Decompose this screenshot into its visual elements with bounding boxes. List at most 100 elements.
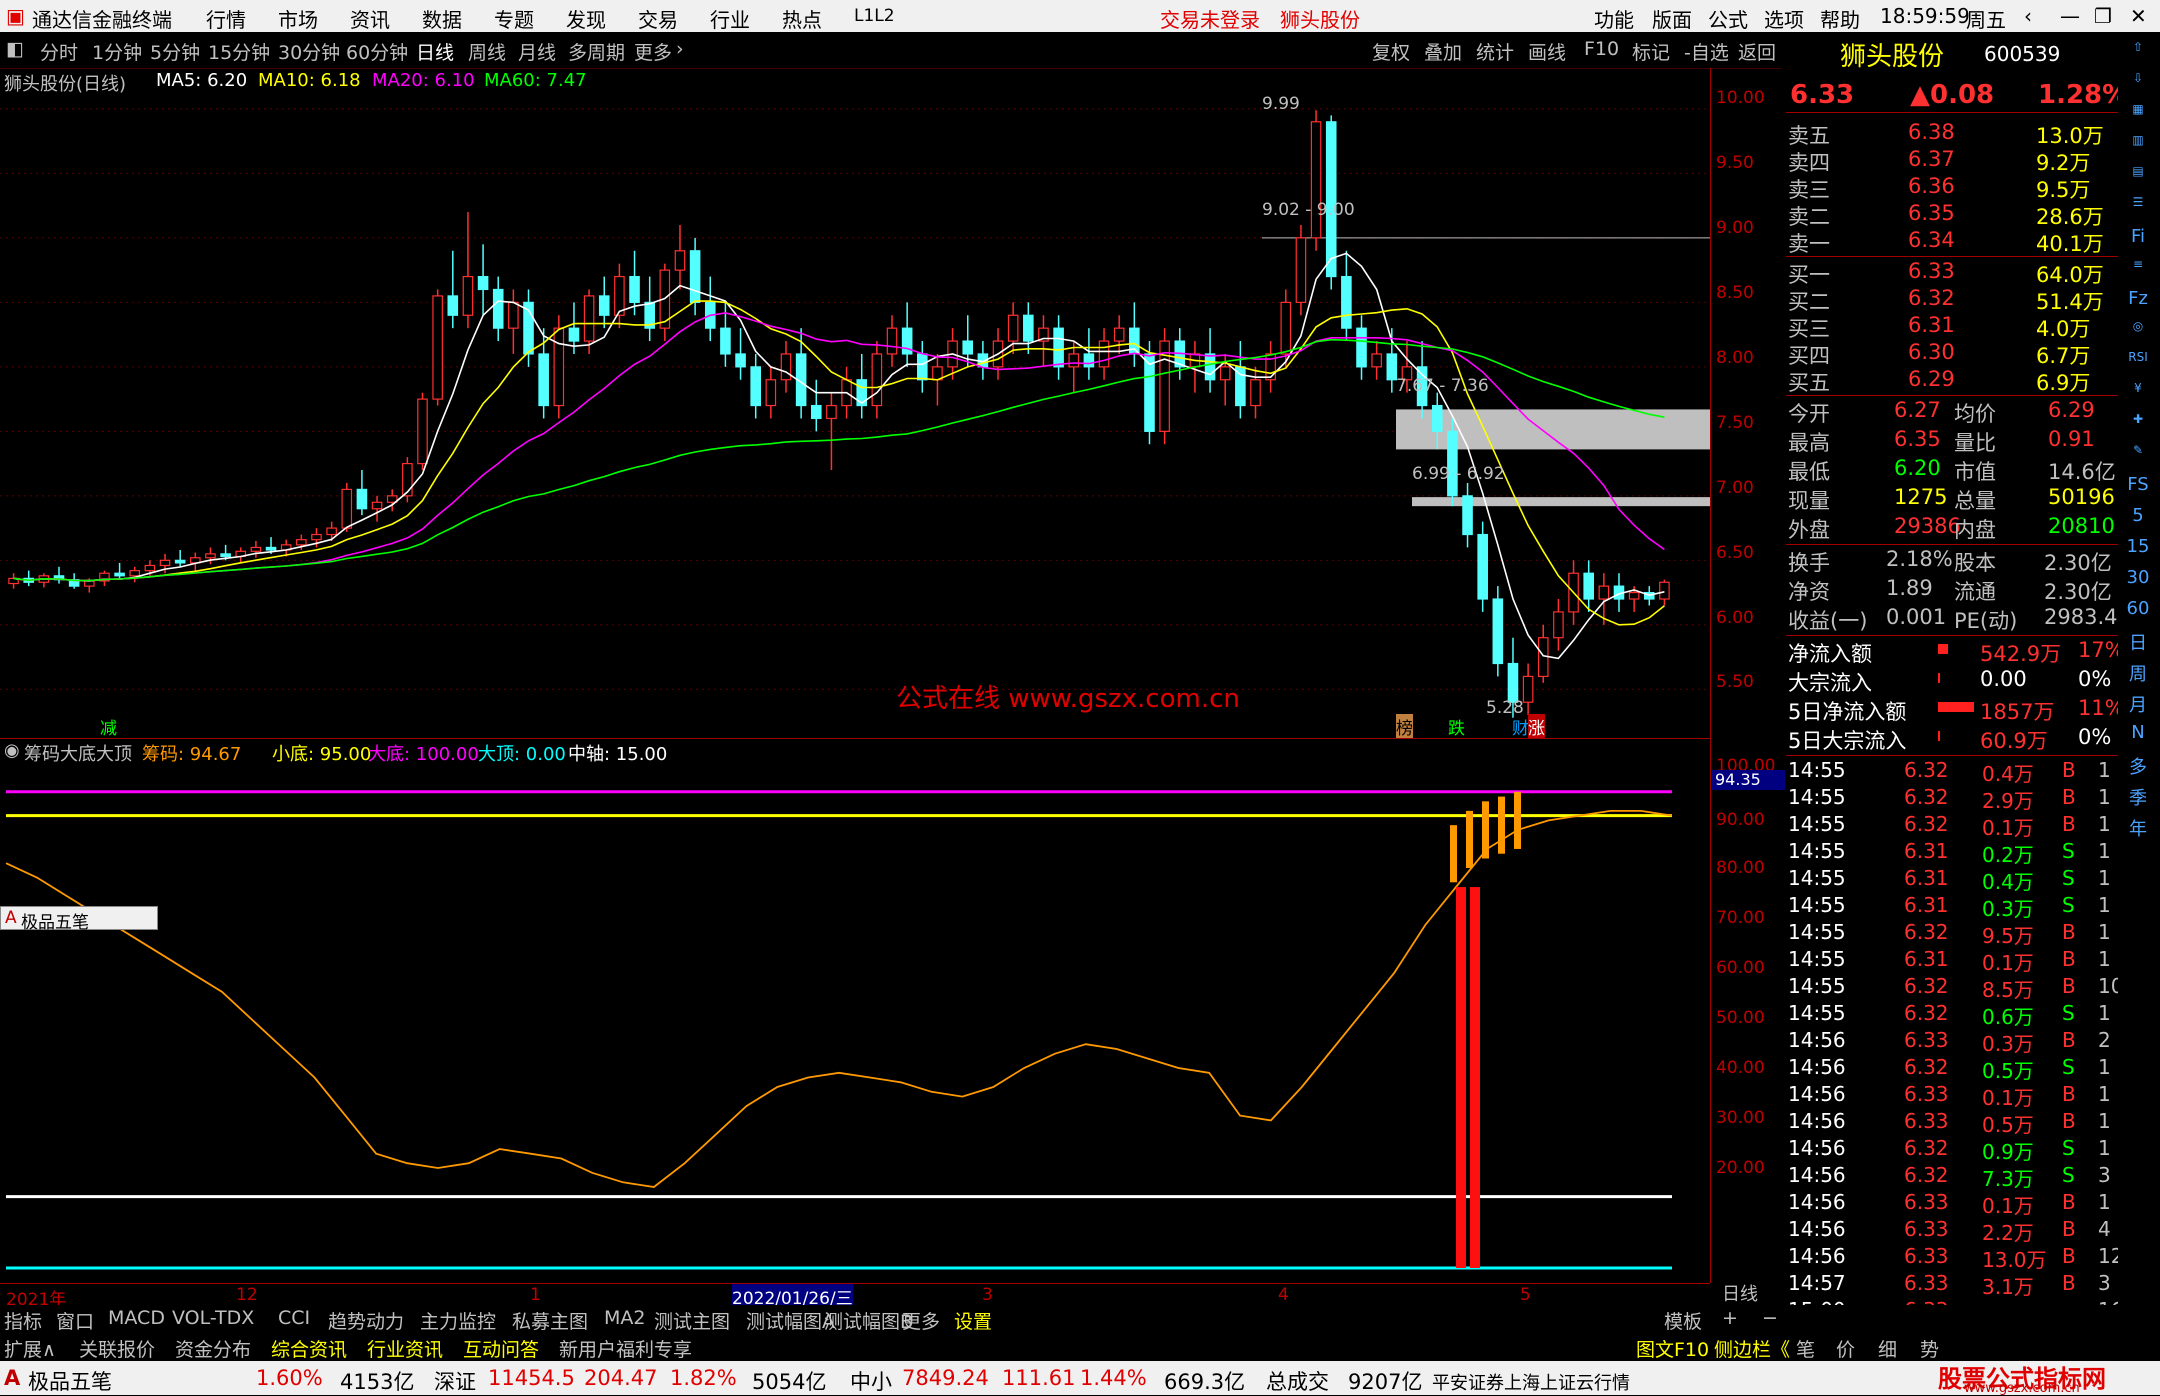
side-lines-icon[interactable]: ≡ — [2122, 257, 2154, 287]
menu-jiaoyi[interactable]: 交易 — [638, 4, 678, 33]
side-15-icon[interactable]: 15 — [2122, 536, 2154, 566]
tick-row[interactable]: 14:56 6.32 0.5万 S 1 — [1786, 1055, 2118, 1083]
side-月-icon[interactable]: 月 — [2122, 691, 2154, 721]
period-60min[interactable]: 60分钟 — [346, 38, 408, 65]
extension-tab[interactable]: 关联报价 — [79, 1335, 155, 1362]
period-5min[interactable]: 5分钟 — [150, 38, 200, 65]
side-rsi-icon[interactable]: RSI — [2122, 350, 2154, 380]
extension-tab[interactable]: 新用户福利专享 — [559, 1335, 692, 1362]
side-60-icon[interactable]: 60 — [2122, 598, 2154, 628]
side-circle-icon[interactable]: ◎ — [2122, 319, 2154, 349]
trade-login-status[interactable]: 交易未登录 — [1160, 4, 1260, 33]
indicator-tab[interactable]: 窗口 — [56, 1307, 94, 1334]
tick-row[interactable]: 14:56 6.33 0.3万 B 2 — [1786, 1028, 2118, 1056]
extension-tab[interactable]: 行业资讯 — [367, 1335, 443, 1362]
indicator-tab[interactable]: VOL-TDX — [172, 1307, 254, 1329]
menu-zixun[interactable]: 资讯 — [350, 4, 390, 33]
tool-tongji[interactable]: 统计 — [1476, 38, 1514, 65]
marker-jian[interactable]: 减 — [100, 714, 117, 739]
candlestick-chart[interactable]: 狮头股份(日线) MA5: 6.20 MA10: 6.18 MA20: 6.10… — [0, 68, 1710, 739]
indicator-tab[interactable]: 设置 — [954, 1307, 992, 1334]
marker-bang[interactable]: 榜 — [1396, 714, 1413, 739]
bid-row[interactable]: 买五 6.29 6.9万 — [1786, 367, 2118, 395]
right-tab[interactable]: 势 — [1920, 1335, 1939, 1362]
indicator-tab[interactable]: 主力监控 — [420, 1307, 496, 1334]
right-tab[interactable]: 价 — [1836, 1335, 1855, 1362]
period-30min[interactable]: 30分钟 — [278, 38, 340, 65]
bid-row[interactable]: 买一 6.33 64.0万 — [1786, 259, 2118, 287]
tick-row[interactable]: 14:56 6.33 13.0万 B 12 — [1786, 1244, 2123, 1272]
ask-row[interactable]: 卖四 6.37 9.2万 — [1786, 147, 2118, 175]
menu-faxian[interactable]: 发现 — [566, 4, 606, 33]
side-fs-icon[interactable]: FS — [2122, 474, 2154, 504]
menu-redian[interactable]: 热点 — [782, 4, 822, 33]
tool-diejia[interactable]: 叠加 — [1424, 38, 1462, 65]
side-chart-icon[interactable]: ▥ — [2122, 133, 2154, 163]
status-ime[interactable]: 极品五笔 — [28, 1366, 112, 1396]
tick-row[interactable]: 14:55 6.32 0.4万 B 1 — [1786, 758, 2118, 786]
right-tab[interactable]: 笔 — [1796, 1335, 1815, 1362]
menu-gongshi[interactable]: 公式 — [1708, 4, 1748, 33]
indicator-tab[interactable]: CCI — [278, 1307, 310, 1329]
tick-row[interactable]: 14:55 6.32 2.9万 B 1 — [1786, 785, 2118, 813]
tick-row[interactable]: 14:55 6.32 0.1万 B 1 — [1786, 812, 2118, 840]
menu-shichang[interactable]: 市场 — [278, 4, 318, 33]
side-多-icon[interactable]: 多 — [2122, 753, 2154, 783]
indicator-tab[interactable]: 指标 — [4, 1307, 42, 1334]
side-money-icon[interactable]: ¥ — [2122, 381, 2154, 411]
right-tab[interactable]: 侧边栏《 — [1714, 1335, 1790, 1362]
side-fz-icon[interactable]: Fz — [2122, 288, 2154, 318]
tick-row[interactable]: 14:55 6.32 0.6万 S 1 — [1786, 1001, 2118, 1029]
tick-row[interactable]: 14:56 6.33 2.2万 B 4 — [1786, 1217, 2118, 1245]
menu-gongneng[interactable]: 功能 — [1594, 4, 1634, 33]
tool-huaxian[interactable]: 画线 — [1528, 38, 1566, 65]
menu-banmian[interactable]: 版面 — [1652, 4, 1692, 33]
tick-row[interactable]: 14:57 6.33 3.1万 B 3 — [1786, 1271, 2118, 1299]
menu-bangzhu[interactable]: 帮助 — [1820, 4, 1860, 33]
side-grid-icon[interactable]: ▦ — [2122, 102, 2154, 132]
indicator-tab[interactable]: 测试幅图A — [746, 1307, 835, 1334]
close-icon[interactable]: ✕ — [2130, 4, 2147, 28]
restore-icon[interactable]: ❐ — [2094, 4, 2112, 28]
indicator-tab[interactable]: 趋势动力 — [328, 1307, 404, 1334]
side-bar-icon[interactable]: ▤ — [2122, 164, 2154, 194]
side-list-icon[interactable]: ☰ — [2122, 195, 2154, 225]
tick-row[interactable]: 14:56 6.33 0.5万 B 1 — [1786, 1109, 2118, 1137]
ime-toolbar[interactable]: A 极品五笔 — [0, 906, 158, 933]
side-年-icon[interactable]: 年 — [2122, 815, 2154, 845]
tick-row[interactable]: 14:55 6.31 0.1万 B 1 — [1786, 947, 2118, 975]
tick-row[interactable]: 14:56 6.32 0.9万 S 1 — [1786, 1136, 2118, 1164]
ask-row[interactable]: 卖一 6.34 40.1万 — [1786, 228, 2118, 256]
template-tab[interactable]: − — [1762, 1307, 1778, 1329]
sidebar-toggle-icon[interactable]: ◧ — [6, 38, 24, 60]
minimize-icon[interactable]: — — [2060, 4, 2080, 28]
bid-row[interactable]: 买三 6.31 4.0万 — [1786, 313, 2118, 341]
marker-cai[interactable]: 财 — [1512, 714, 1529, 739]
extension-tab[interactable]: 扩展∧ — [4, 1335, 56, 1362]
ask-row[interactable]: 卖五 6.38 13.0万 — [1786, 120, 2118, 148]
tick-row[interactable]: 14:55 6.32 9.5万 B 1 — [1786, 920, 2118, 948]
tool-fanhui[interactable]: 返回 — [1738, 38, 1776, 65]
right-tab[interactable]: 图文F10 — [1636, 1335, 1709, 1362]
ask-row[interactable]: 卖三 6.36 9.5万 — [1786, 174, 2118, 202]
tool-f10[interactable]: F10 — [1584, 38, 1619, 60]
indicator-tab[interactable]: MACD — [108, 1307, 165, 1329]
menu-xuanxiang[interactable]: 选项 — [1764, 4, 1804, 33]
side-N-icon[interactable]: N — [2122, 722, 2154, 752]
period-1min[interactable]: 1分钟 — [92, 38, 142, 65]
extension-tab[interactable]: 综合资讯 — [271, 1335, 347, 1362]
ask-row[interactable]: 卖二 6.35 28.6万 — [1786, 201, 2118, 229]
marker-die[interactable]: 跌 — [1448, 714, 1465, 739]
side-日-icon[interactable]: 日 — [2122, 629, 2154, 659]
period-multi[interactable]: 多周期 — [568, 38, 625, 65]
marker-zhang[interactable]: 涨 — [1528, 714, 1545, 739]
tick-row[interactable]: 14:56 6.32 7.3万 S 3 — [1786, 1163, 2118, 1191]
period-daily[interactable]: 日线 — [416, 38, 454, 65]
bid-row[interactable]: 买四 6.30 6.7万 — [1786, 340, 2118, 368]
period-fenshi[interactable]: 分时 — [40, 38, 78, 65]
side-pencil-icon[interactable]: ✎ — [2122, 443, 2154, 473]
indicator-tab[interactable]: MA2 — [604, 1307, 645, 1329]
right-tab[interactable]: 细 — [1878, 1335, 1897, 1362]
period-weekly[interactable]: 周线 — [468, 38, 506, 65]
tick-row[interactable]: 14:55 6.31 0.2万 S 1 — [1786, 839, 2118, 867]
